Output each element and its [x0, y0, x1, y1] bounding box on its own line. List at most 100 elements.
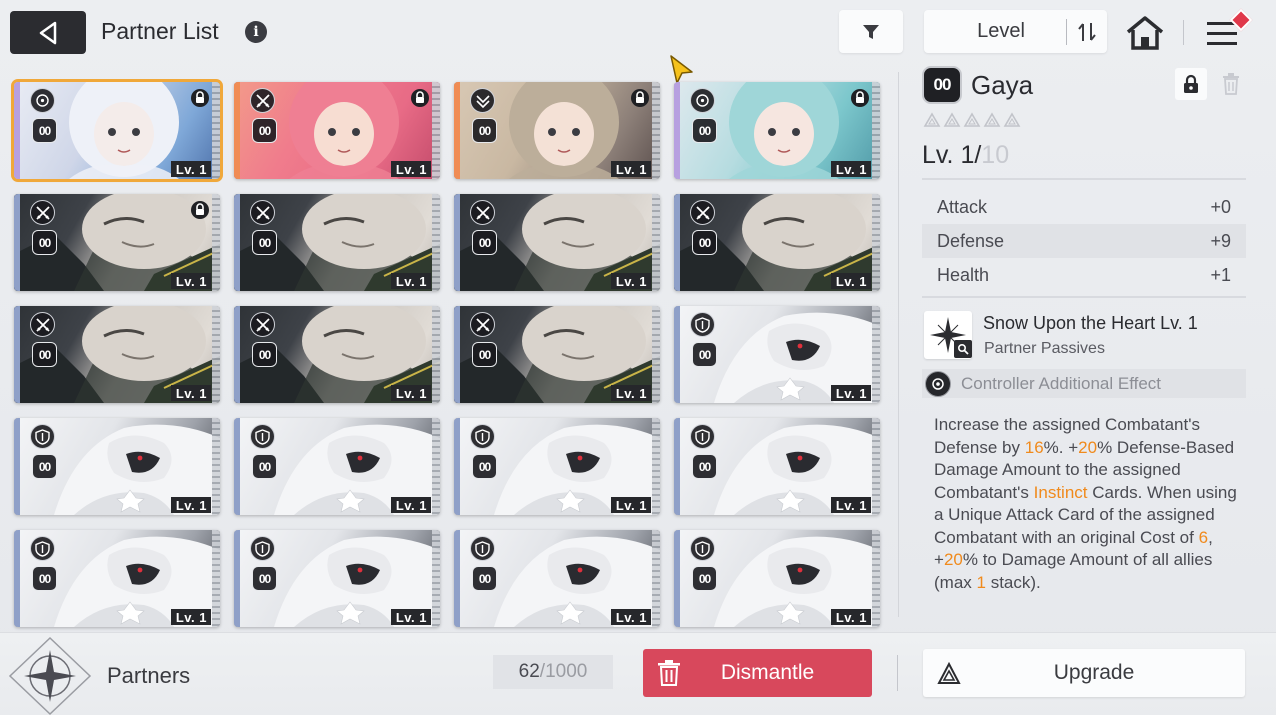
card-edge [652, 418, 660, 515]
partner-card[interactable]: 00 Lv. 1 [454, 418, 660, 515]
back-button[interactable] [10, 11, 86, 54]
partner-card[interactable]: 00 Lv. 1 [454, 306, 660, 403]
panel-divider [898, 72, 899, 617]
card-edge [872, 82, 880, 179]
top-separator [1183, 20, 1184, 45]
partner-card[interactable]: 00 Lv. 1 [674, 418, 880, 515]
home-icon [1126, 16, 1164, 50]
card-edge [212, 194, 220, 291]
partner-card[interactable]: 00 Lv. 1 [234, 82, 440, 179]
sort-order-icon [1078, 22, 1096, 41]
partner-card[interactable]: 00 Lv. 1 [674, 530, 880, 627]
rarity-stripe [234, 82, 240, 179]
rarity-stripe [674, 194, 680, 291]
target-class-icon [690, 88, 715, 113]
highlight-value: 16 [1024, 437, 1044, 457]
delete-button[interactable] [1216, 68, 1246, 100]
count-current: 62 [518, 661, 540, 682]
card-level: Lv. 1 [390, 497, 431, 513]
upgrade-button[interactable]: Upgrade [923, 649, 1245, 697]
partner-name: Gaya [971, 70, 1034, 100]
rarity-stripe [454, 418, 460, 515]
shield-class-icon [470, 536, 495, 561]
passive-description: Increase the assigned Combatant's Defens… [934, 414, 1244, 594]
highlight-value: 20 [1078, 437, 1098, 457]
copies-badge: 00 [692, 118, 717, 143]
partner-card[interactable]: 00 Lv. 1 [234, 194, 440, 291]
home-button[interactable] [1124, 14, 1166, 52]
partner-card[interactable]: 00 Lv. 1 [234, 530, 440, 627]
controller-icon [925, 370, 951, 397]
card-level: Lv. 1 [830, 497, 871, 513]
rarity-stripe [14, 530, 20, 627]
copies-badge: 00 [252, 230, 277, 255]
card-level: Lv. 1 [390, 385, 431, 401]
card-edge [212, 418, 220, 515]
crossed-swords-class-icon [470, 312, 495, 337]
card-level: Lv. 1 [390, 161, 431, 177]
card-edge [652, 82, 660, 179]
magnify-icon[interactable] [954, 340, 972, 358]
card-edge [212, 306, 220, 403]
partner-card[interactable]: 00 Lv. 1 [234, 306, 440, 403]
card-level: Lv. 1 [170, 273, 211, 289]
card-level: Lv. 1 [170, 161, 211, 177]
copies-badge: 00 [252, 566, 277, 591]
rarity-stripe [14, 306, 20, 403]
partner-card[interactable]: 00 Lv. 1 [14, 418, 220, 515]
info-icon[interactable]: i [245, 21, 267, 43]
copies-badge: 00 [32, 230, 57, 255]
rarity-stripe [14, 82, 20, 179]
description-text: %. + [1043, 437, 1079, 457]
rarity-stripe [454, 306, 460, 403]
shield-class-icon [30, 536, 55, 561]
partner-card[interactable]: 00 Lv. 1 [234, 418, 440, 515]
partner-card[interactable]: 00 Lv. 1 [674, 306, 880, 403]
partner-card[interactable]: 00 Lv. 1 [454, 530, 660, 627]
divider [922, 296, 1246, 298]
shield-class-icon [250, 424, 275, 449]
partner-card[interactable]: 00 Lv. 1 [14, 194, 220, 291]
star-outline-icon [983, 112, 1001, 127]
crossed-swords-class-icon [30, 200, 55, 225]
partner-card[interactable]: 00 Lv. 1 [14, 306, 220, 403]
shield-class-icon [690, 424, 715, 449]
copies-badge: 00 [692, 454, 717, 479]
rarity-stripe [674, 82, 680, 179]
card-level: Lv. 1 [830, 161, 871, 177]
dismantle-button[interactable]: Dismantle [643, 649, 872, 697]
copies-badge: 00 [252, 342, 277, 367]
menu-button[interactable] [1204, 8, 1253, 52]
copies-badge: 00 [32, 118, 57, 143]
highlight-value: 1 [976, 572, 986, 592]
sort-dropdown[interactable]: Level [924, 10, 1107, 53]
sort-label: Level [977, 20, 1025, 42]
star-outline-icon [963, 112, 981, 127]
trash-icon [658, 660, 680, 686]
partner-level: Lv. 1/10 [922, 141, 1009, 170]
filter-button[interactable] [839, 10, 903, 53]
rarity-stripe [674, 306, 680, 403]
star-outline-icon [923, 112, 941, 127]
star-outline-icon [943, 112, 961, 127]
rarity-stripe [454, 194, 460, 291]
highlight-value: 6 [1198, 527, 1209, 547]
copies-badge: 00 [472, 230, 497, 255]
partner-card[interactable]: 00 Lv. 1 [674, 82, 880, 179]
lock-icon [411, 88, 429, 108]
copies-badge: 00 [472, 342, 497, 367]
partner-card[interactable]: 00 Lv. 1 [11, 79, 223, 182]
partner-card[interactable]: 00 Lv. 1 [14, 530, 220, 627]
partner-card[interactable]: 00 Lv. 1 [674, 194, 880, 291]
sort-order-toggle[interactable] [1067, 21, 1107, 43]
card-edge [432, 194, 440, 291]
card-edge [432, 306, 440, 403]
controller-effect-label: Controller Additional Effect [961, 373, 1162, 393]
partner-card[interactable]: 00 Lv. 1 [454, 194, 660, 291]
copies-badge: 00 [922, 66, 962, 104]
lock-button[interactable] [1175, 68, 1207, 100]
partner-card[interactable]: 00 Lv. 1 [454, 82, 660, 179]
filter-icon [863, 24, 879, 39]
copies-badge: 00 [472, 454, 497, 479]
star-outline-icon [1003, 112, 1021, 127]
